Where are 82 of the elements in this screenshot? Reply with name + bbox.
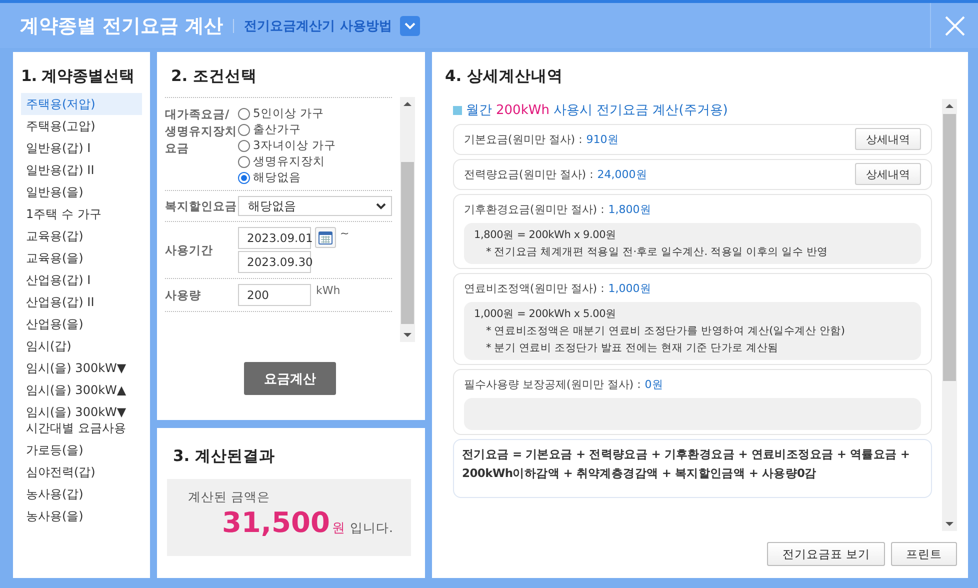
select-field[interactable]: 해당없음 [238,196,392,216]
charge-label: 기본요금(원미만 절사) : [464,132,582,146]
contract-type-item[interactable]: 가로등(을) [21,439,132,461]
contract-type-item[interactable]: 농사용(을) [21,505,132,527]
contract-type-item[interactable]: 임시(을) 300kW▲ [21,379,132,401]
select-value: 해당없음 [248,198,296,214]
contract-type-item[interactable]: 임시(갑) [21,335,132,357]
section-heading: 4. 상세계산내역 [445,66,564,87]
charge-value: 1,000원 [608,280,651,296]
close-icon [944,14,966,36]
dropdown-button[interactable] [400,16,420,36]
contract-type-item[interactable]: 임시(을) 300kW▼ [21,357,132,379]
charge-value: 0원 [644,376,663,392]
charge-label: 연료비조정액(원미만 절사) : [464,280,604,296]
detail-button[interactable]: 상세내역 [855,128,921,150]
note-text: * 연료비조정액은 매분기 연료비 조정단가를 반영하여 계산(일수계산 안함) [485,324,846,338]
radio-button[interactable] [238,172,250,184]
field-label: 대가족요금/생명유지장치요금 [165,106,238,157]
charge-label: 전력량요금(원미만 절사) : [464,166,594,182]
note-text: * 전기요금 체계개편 적용일 전·후로 일수계산. 적용일 이후의 일수 반영 [485,245,829,259]
radio-label: 해당없음 [253,170,301,185]
section-heading: 1. 계약종별선택 [21,66,136,87]
formula-text: 1,000원 = 200kWh x 5.00원 [474,307,618,321]
field-label: 사용기간 [165,242,214,258]
unit-label: kWh [316,284,340,297]
result-intro: 계산된 금액은 [188,489,271,506]
contract-type-item[interactable]: 일반용(갑) I [21,137,132,159]
radio-label: 5인이상 가구 [253,106,324,121]
date-field[interactable]: 2023.09.30 [238,251,311,273]
charge-value: 1,800원 [608,202,651,216]
contract-type-item[interactable]: 산업용(갑) I [21,269,132,291]
contract-type-item[interactable]: 주택용(저압) [21,93,142,115]
summary-text: 월간 [466,102,492,119]
charge-value: 24,000원 [597,166,647,182]
window-title: 계약종별 전기요금 계산 [20,14,224,38]
contract-type-item[interactable]: 주택용(고압) [21,115,132,137]
result-amount: 31,500 [222,506,330,539]
contract-type-item[interactable]: 임시(을) 300kW▼ 시간대별 요금사용 [21,401,132,439]
contract-type-item[interactable]: 심야전력(갑) [21,461,132,483]
contract-type-item[interactable]: 일반용(을) [21,181,132,203]
charge-label: 필수사용량 보장공제(원미만 절사) : [464,376,641,392]
detail-button[interactable]: 상세내역 [855,163,921,185]
radio-button[interactable] [238,156,250,168]
radio-label: 3자녀이상 가구 [253,138,336,153]
contract-type-item[interactable]: 교육용(을) [21,247,132,269]
section-heading: 3. 계산된결과 [173,446,276,467]
field-label: 사용량 [165,286,202,304]
radio-label: 생명유지장치 [253,154,325,169]
section-heading: 2. 조건선택 [171,66,258,87]
calculate-button[interactable]: 요금계산 [244,362,336,395]
date-field[interactable]: 2023.09.01 [238,227,311,249]
scrollbar[interactable] [400,97,415,342]
note-text: * 분기 연료비 조정단가 발표 전에는 현재 기준 단가로 계산됨 [485,341,780,355]
footer-button[interactable]: 전기요금표 보기 [767,542,885,566]
result-suffix: 입니다. [350,520,393,537]
charge-label: 기후환경요금(원미만 절사) : [464,202,604,216]
contract-type-item[interactable]: 일반용(갑) II [21,159,132,181]
scrollbar-thumb[interactable] [401,162,414,324]
square-bullet-icon [453,106,462,114]
charge-value: 910원 [586,132,618,146]
radio-button[interactable] [238,140,250,152]
contract-type-item[interactable]: 농사용(갑) [21,483,132,505]
formula-text: 전기요금 = 기본요금 + 전력량요금 + 기후환경요금 + 연료비조정요금 + 역률요금 + 200kWh이하감액 + 취약계층경감액 + 복지할인금액 + 사용량0감 [453,439,932,498]
scrollbar-thumb[interactable] [943,114,956,381]
chevron-down-icon [404,22,416,30]
summary-text: 사용시 전기요금 계산(주거용) [553,102,728,119]
field-label: 복지할인요금 [165,198,238,214]
scrollbar[interactable] [942,99,957,531]
range-separator: ~ [340,227,350,240]
radio-button[interactable] [238,124,250,136]
usage-field[interactable]: 200 [238,284,311,306]
contract-type-item[interactable]: 산업용(을) [21,313,132,335]
contract-type-item[interactable]: 산업용(갑) II [21,291,132,313]
chevron-down-icon [376,202,386,210]
radio-button[interactable] [238,108,250,120]
contract-type-item[interactable]: 1주택 수 가구 [21,203,132,225]
summary-usage: 200kWh [496,102,550,118]
footer-button[interactable]: 프린트 [891,542,957,566]
currency-label: 원 [332,520,346,537]
radio-label: 출산가구 [253,122,301,137]
contract-type-item[interactable]: 교육용(갑) [21,225,132,247]
formula-text: 1,800원 = 200kWh x 9.00원 [474,228,618,242]
